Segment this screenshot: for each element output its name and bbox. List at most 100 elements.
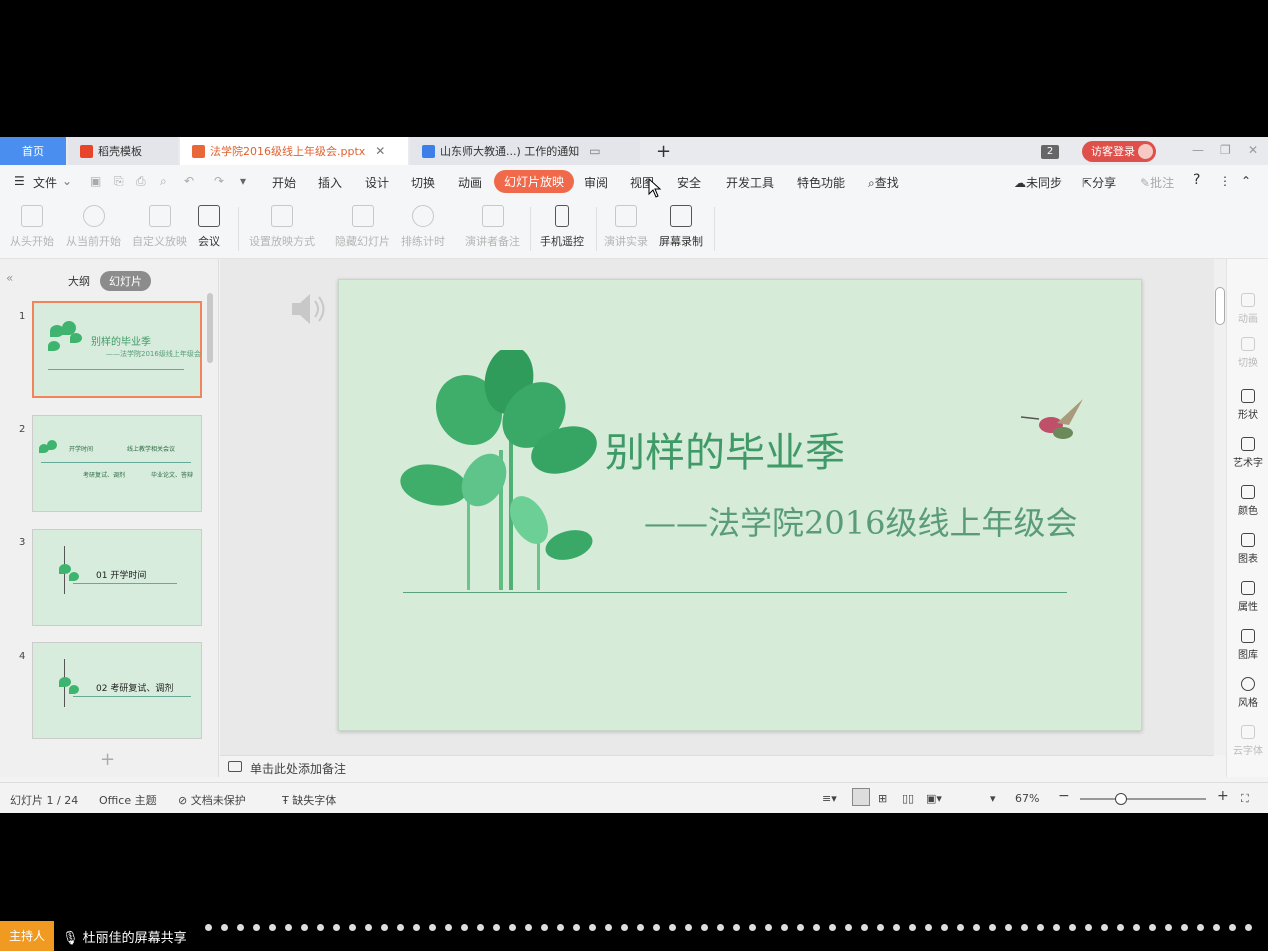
current-slide[interactable]: 别样的毕业季 ——法学院2016级线上年级会 — [338, 279, 1142, 731]
menu-item-insert[interactable]: 插入 — [318, 174, 342, 191]
more-icon[interactable]: ⋮ — [1219, 174, 1231, 188]
microphone-icon: 🎙 — [62, 931, 79, 946]
rehearse-button[interactable]: 排练计时 — [401, 205, 445, 249]
save-icon[interactable]: ▣ — [90, 174, 101, 188]
undo-icon[interactable]: ↶ — [184, 174, 194, 188]
sidebar-item-wordart[interactable]: 艺术字 — [1227, 437, 1268, 469]
sidebar-item-animation[interactable]: 动画 — [1227, 293, 1268, 325]
slideshow-view-icon[interactable]: ▣▾ — [926, 792, 942, 805]
thumbnail-scrollbar[interactable] — [207, 293, 213, 363]
sidebar-item-gallery[interactable]: 图库 — [1227, 629, 1268, 661]
meeting-button[interactable]: 会议 — [198, 205, 220, 249]
ribbon-toolbar: 从头开始 从当前开始 自定义放映 会议 设置放映方式 隐藏幻灯片 排练计时 演讲… — [0, 199, 1268, 259]
notes-toggle-icon[interactable]: ≡▾ — [822, 792, 837, 805]
zoom-level[interactable]: 67% — [1015, 792, 1039, 805]
slide-subtitle[interactable]: ——法学院2016级线上年级会 — [644, 498, 1077, 544]
speaker-icon[interactable] — [290, 291, 330, 327]
leaf-graphic — [48, 341, 60, 351]
new-tab-icon[interactable]: + — [656, 141, 671, 162]
theme-name[interactable]: Office 主题 — [99, 792, 157, 808]
sidebar-item-style[interactable]: 风格 — [1227, 677, 1268, 709]
hamburger-icon[interactable]: ☰ — [14, 174, 25, 188]
doc-protection[interactable]: ⊘ 文档未保护 — [178, 792, 246, 808]
menu-item-start[interactable]: 开始 — [272, 174, 296, 191]
slide-title[interactable]: 别样的毕业季 — [605, 420, 845, 478]
tab-template[interactable]: 稻壳模板 — [68, 137, 178, 165]
canvas-scrollbar[interactable] — [1214, 259, 1226, 755]
tab-document-2[interactable]: 山东师大教通...) 工作的通知 ▭ — [410, 137, 640, 165]
window-count-badge[interactable]: 2 — [1041, 145, 1059, 159]
sorter-view-icon[interactable]: ⊞ — [878, 792, 887, 805]
slide-thumbnail-4[interactable]: 02 考研复试、调剂 — [32, 642, 202, 739]
sidebar-item-properties[interactable]: 属性 — [1227, 581, 1268, 613]
sidebar-item-color[interactable]: 颜色 — [1227, 485, 1268, 517]
quick-access-chevron-icon[interactable]: ▾ — [240, 174, 246, 188]
sidebar-item-transition[interactable]: 切换 — [1227, 337, 1268, 369]
collapse-ribbon-icon[interactable]: ⌃ — [1241, 174, 1251, 188]
menu-item-review[interactable]: 审阅 — [584, 174, 608, 191]
setup-show-button[interactable]: 设置放映方式 — [249, 205, 315, 249]
sidebar-item-shape[interactable]: 形状 — [1227, 389, 1268, 421]
pin-icon[interactable]: ▭ — [589, 144, 600, 158]
from-current-button[interactable]: 从当前开始 — [66, 205, 121, 249]
zoom-dropdown-icon[interactable]: ▾ — [990, 792, 996, 805]
minimize-icon[interactable]: — — [1192, 143, 1204, 157]
slide-thumbnail-2[interactable]: 开学时间 线上教学相关会议 考研复试、调剂 毕业论文、答辩 — [32, 415, 202, 512]
visitor-login-button[interactable]: 访客登录 — [1082, 141, 1156, 162]
zoom-in-icon[interactable]: + — [1217, 788, 1229, 804]
slide-thumbnail-1[interactable]: 别样的毕业季 ——法学院2016级线上年级会 — [32, 301, 202, 398]
search-button[interactable]: ⌕查找 — [868, 174, 899, 191]
normal-view-icon[interactable] — [852, 788, 870, 806]
hide-slide-button[interactable]: 隐藏幻灯片 — [335, 205, 390, 249]
tab-home[interactable]: 首页 — [0, 137, 66, 165]
add-slide-icon[interactable]: + — [100, 749, 115, 770]
export-icon[interactable]: ⎘ — [114, 174, 124, 189]
collapse-panel-icon[interactable]: « — [6, 271, 13, 285]
from-start-button[interactable]: 从头开始 — [10, 205, 54, 249]
phone-remote-button[interactable]: 手机遥控 — [540, 205, 584, 249]
shape-icon — [1241, 389, 1255, 403]
live-record-button[interactable]: 演讲实录 — [604, 205, 648, 249]
toolbar-divider — [530, 207, 531, 251]
sidebar-item-cloud-font[interactable]: 云字体 — [1227, 725, 1268, 757]
comment-button[interactable]: ✎批注 — [1140, 174, 1174, 191]
zoom-out-icon[interactable]: − — [1058, 788, 1070, 804]
screen-record-button[interactable]: 屏幕录制 — [659, 205, 703, 249]
menu-item-features[interactable]: 特色功能 — [797, 174, 845, 191]
tab-outline[interactable]: 大纲 — [68, 273, 90, 289]
menu-item-slideshow[interactable]: 幻灯片放映 — [494, 170, 575, 193]
slide-thumbnail-3[interactable]: 01 开学时间 — [32, 529, 202, 626]
notes-pane[interactable]: 单击此处添加备注 — [220, 755, 1214, 777]
menu-item-design[interactable]: 设计 — [365, 174, 389, 191]
close-window-icon[interactable]: ✕ — [1248, 143, 1258, 157]
scrollbar-thumb[interactable] — [1215, 287, 1225, 325]
close-icon[interactable]: ✕ — [375, 144, 385, 158]
missing-font[interactable]: Ŧ 缺失字体 — [282, 792, 336, 808]
share-button[interactable]: ⇱分享 — [1082, 174, 1116, 191]
print-icon[interactable]: ⎙ — [136, 174, 146, 189]
tab-slides[interactable]: 幻灯片 — [100, 271, 151, 291]
custom-show-button[interactable]: 自定义放映 — [132, 205, 187, 249]
leaf-graphic — [70, 333, 82, 343]
menu-file[interactable]: 文件 — [33, 174, 57, 191]
presenter-notes-button[interactable]: 演讲者备注 — [465, 205, 520, 249]
fit-window-icon[interactable]: ⛶ — [1241, 792, 1249, 806]
zoom-slider-track[interactable] — [1080, 798, 1206, 800]
missing-font-label: 缺失字体 — [292, 794, 337, 807]
redo-icon[interactable]: ↷ — [214, 174, 224, 188]
preview-icon[interactable]: ⌕ — [160, 174, 167, 189]
restore-icon[interactable]: ❐ — [1220, 143, 1231, 157]
zoom-slider-handle[interactable] — [1115, 793, 1127, 805]
thumb-number: 1 — [19, 311, 26, 322]
menu-item-security[interactable]: 安全 — [677, 174, 701, 191]
phone-remote-label: 手机遥控 — [540, 235, 584, 248]
sidebar-item-chart[interactable]: 图表 — [1227, 533, 1268, 565]
tab-document[interactable]: 法学院2016级线上年级会.pptx ✕ — [180, 137, 408, 165]
menu-item-transition[interactable]: 切换 — [411, 174, 435, 191]
menu-item-animation[interactable]: 动画 — [458, 174, 482, 191]
sync-button[interactable]: ☁未同步 — [1014, 174, 1062, 191]
reading-view-icon[interactable]: ▯▯ — [902, 792, 914, 805]
menu-item-developer[interactable]: 开发工具 — [726, 174, 774, 191]
chevron-down-icon[interactable]: ⌄ — [62, 174, 72, 188]
help-icon[interactable]: ? — [1193, 172, 1200, 188]
